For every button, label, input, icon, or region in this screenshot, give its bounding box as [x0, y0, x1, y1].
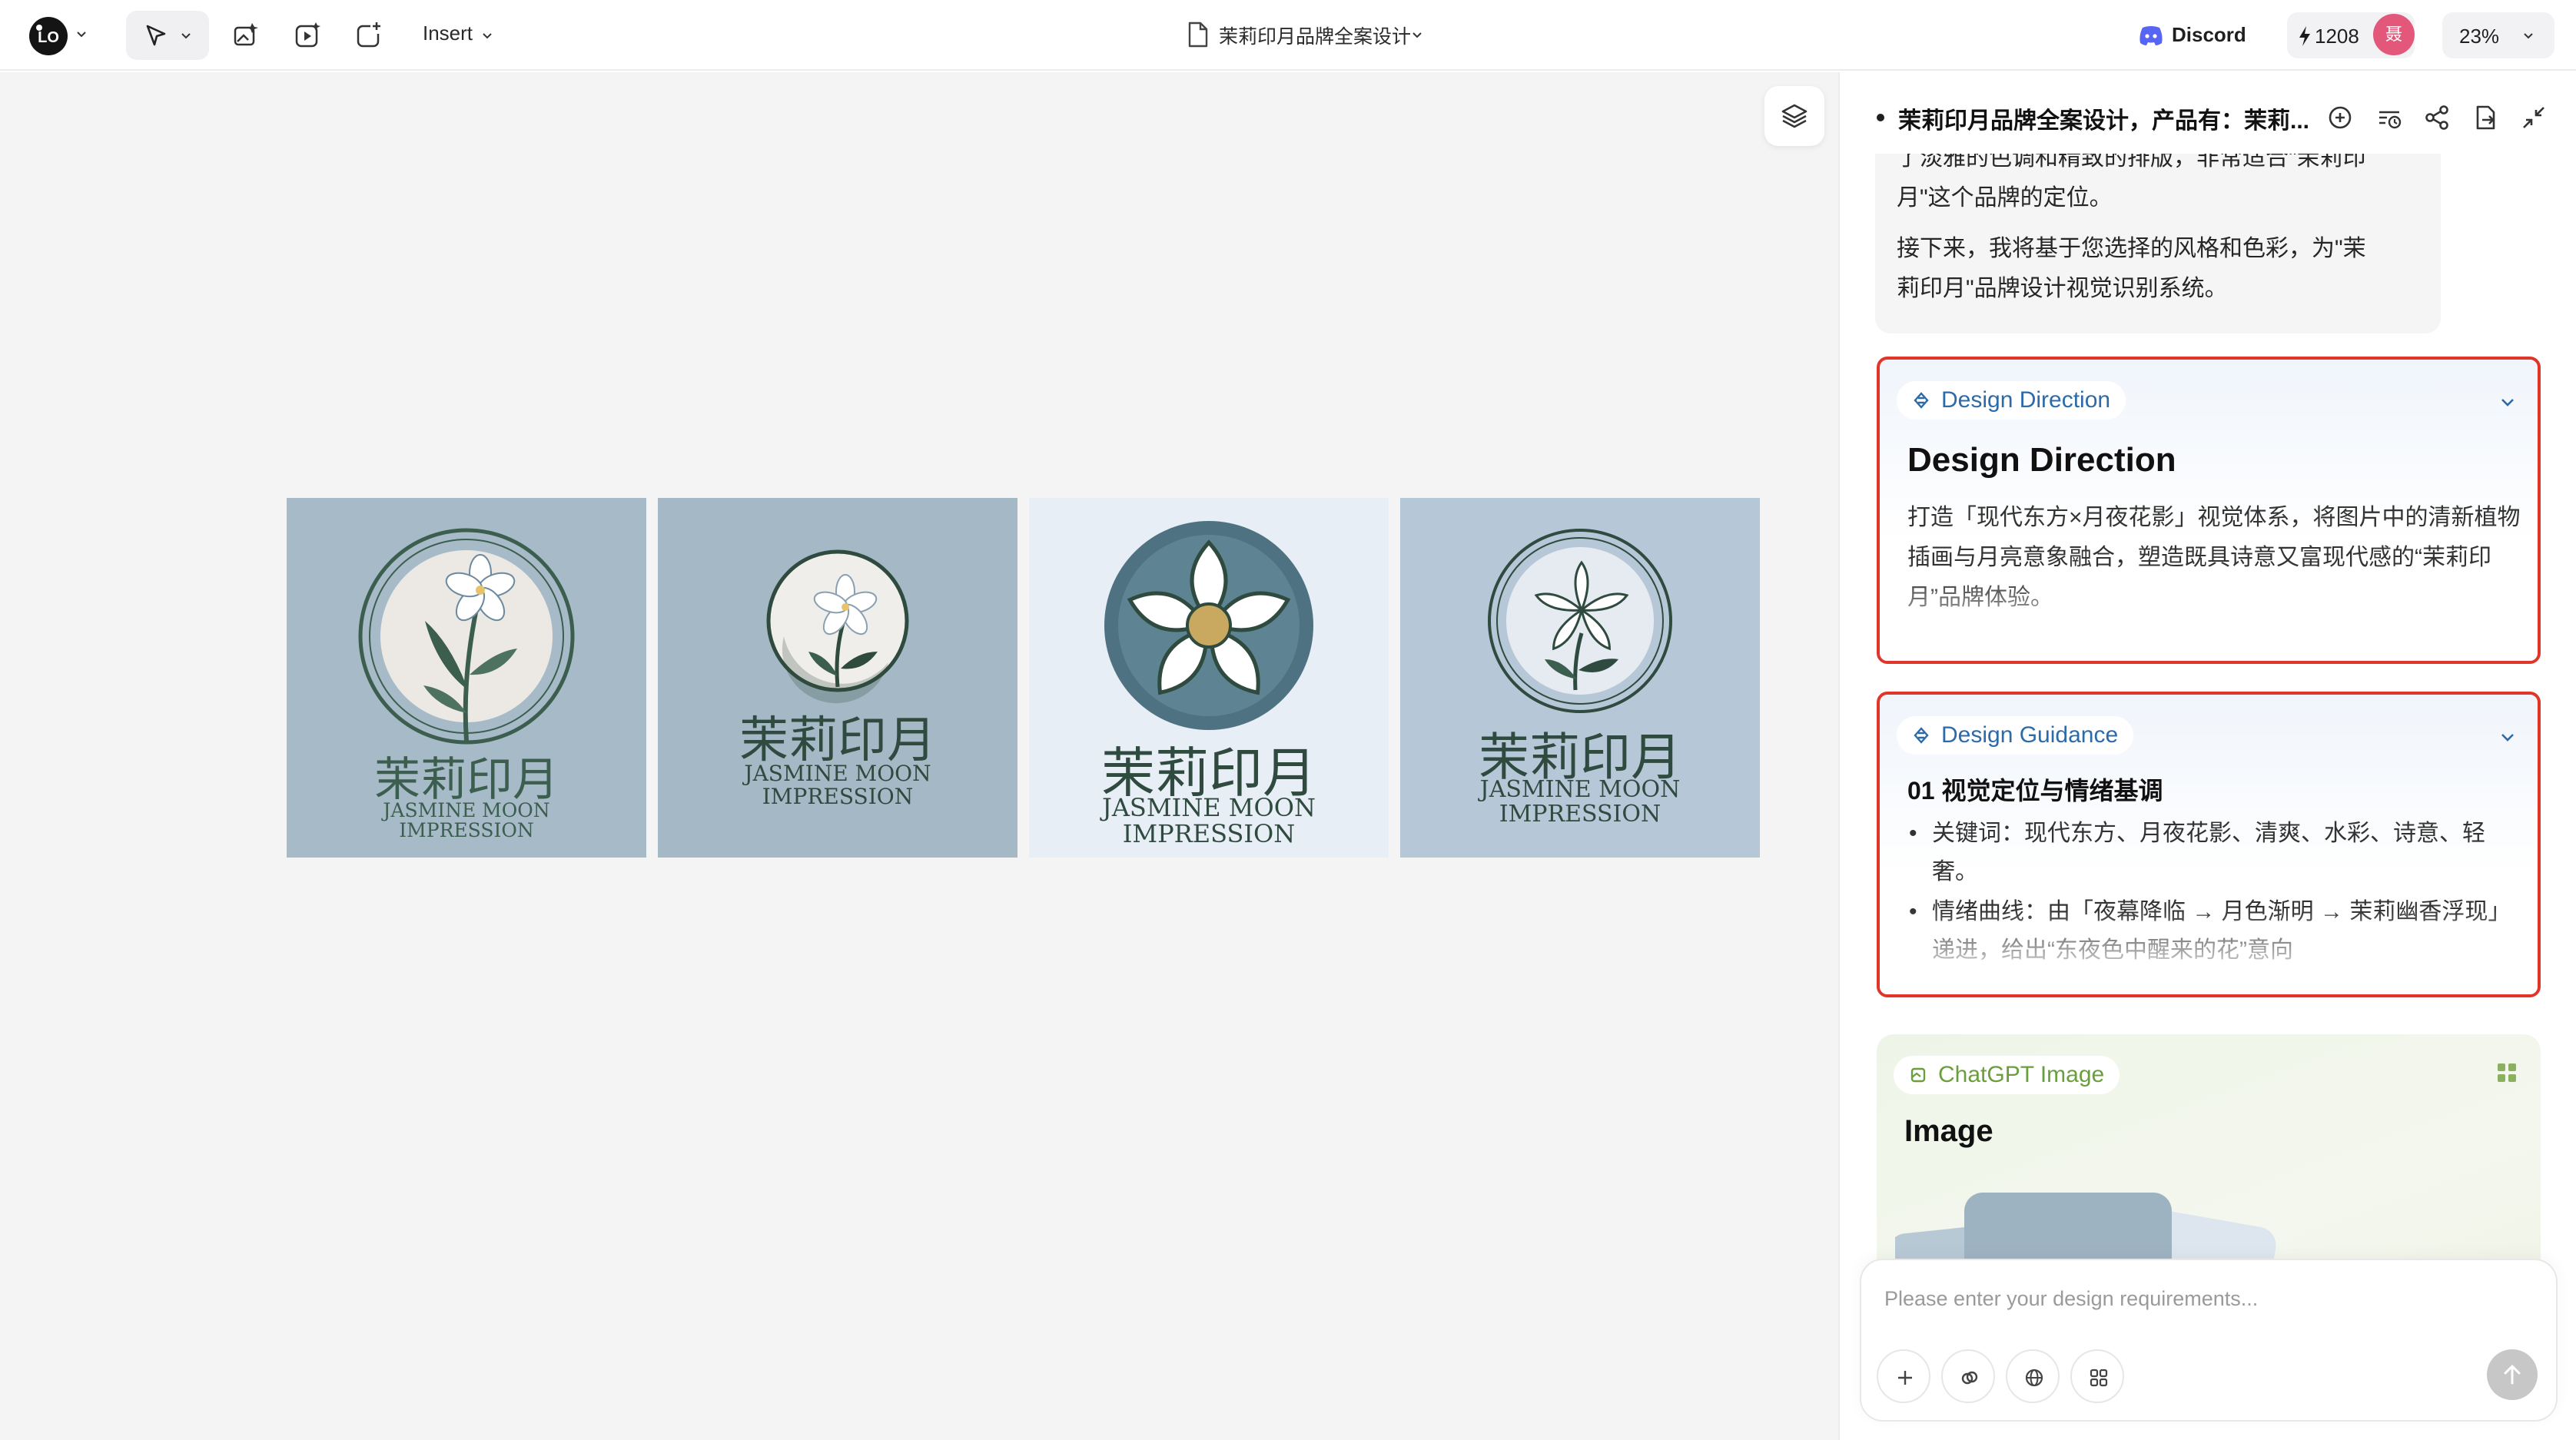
chevron-down-icon [2524, 33, 2533, 39]
card-subheading: 01 视觉定位与情绪基调 [1907, 777, 2163, 805]
link-icon [1961, 1371, 1978, 1385]
layers-button[interactable] [1764, 86, 1824, 146]
add-attachment-button[interactable] [1877, 1349, 1930, 1403]
logo-english-line-2: IMPRESSION [1499, 801, 1661, 828]
design-guidance-tag: Design Guidance [1897, 716, 2134, 755]
assistant-message: 了淡雅的色调和精致的排版，非常适合"茉莉印 月"这个品牌的定位。 接下来，我将基… [1875, 126, 2441, 333]
lightning-icon [2299, 26, 2310, 46]
design-requirements-input[interactable] [1884, 1283, 2530, 1314]
tag-label: Design Guidance [1941, 722, 2119, 748]
logo-image-2[interactable]: 茉莉印月 JASMINE MOON IMPRESSION [658, 498, 1017, 858]
share-icon[interactable] [2422, 103, 2452, 132]
document-icon [1188, 22, 1208, 48]
svg-text:LO: LO [38, 29, 59, 46]
message-line: 月"这个品牌的定位。 [1897, 185, 2113, 211]
message-line: 莉印月"品牌设计视觉识别系统。 [1897, 276, 2228, 301]
layers-icon [1781, 104, 1808, 128]
status-dot [1877, 114, 1884, 121]
cursor-icon [146, 25, 166, 46]
tag-label: ChatGPT Image [1938, 1062, 2105, 1087]
chevron-down-icon[interactable] [2499, 728, 2516, 745]
chevron-down-icon[interactable] [75, 28, 88, 40]
top-bar: LO Insert 茉莉印月品牌全案设计 Discord 1208 聂 23% [0, 0, 2576, 71]
web-search-button[interactable] [2006, 1349, 2060, 1403]
logo-english-line-2: IMPRESSION [399, 819, 534, 841]
app-logo[interactable]: LO [29, 17, 68, 55]
zoom-level: 23% [2459, 25, 2500, 48]
chevron-down-icon [181, 33, 191, 39]
panel-header: 茉莉印月品牌全案设计，产品有：茉莉... [1840, 72, 2576, 154]
select-tool-button[interactable] [126, 11, 209, 60]
send-button[interactable] [2487, 1349, 2538, 1400]
export-icon[interactable] [2470, 103, 2499, 132]
link-button[interactable] [1941, 1349, 1995, 1403]
message-line: 接下来，我将基于您选择的风格和色彩，为"茉 [1897, 236, 2366, 261]
panel-title: 茉莉印月品牌全案设计，产品有：茉莉... [1898, 108, 2310, 134]
tools-button[interactable] [2070, 1349, 2124, 1403]
logo-english-line-2: IMPRESSION [1122, 819, 1296, 848]
globe-icon [2025, 1369, 2043, 1387]
design-tag-icon [1914, 727, 1929, 744]
logo-english-line-1: JASMINE MOON [1479, 776, 1681, 803]
design-direction-tag: Design Direction [1897, 381, 2126, 420]
card-heading: Design Direction [1907, 441, 2176, 479]
chat-panel: 茉莉印月品牌全案设计，产品有：茉莉... 了淡雅的色调和精致的排版，非常适合"茉… [1838, 72, 2576, 1440]
add-frame-icon[interactable] [354, 20, 384, 51]
logo-image-3[interactable]: 茉莉印月 JASMINE MOON IMPRESSION [1029, 498, 1389, 858]
design-canvas[interactable]: 茉莉印月 JASMINE MOON IMPRESSION 茉莉印月 JASMIN… [0, 72, 1838, 1440]
design-tag-icon [1914, 392, 1929, 409]
chevron-down-icon[interactable] [2499, 393, 2516, 410]
history-icon[interactable] [2375, 103, 2404, 132]
apps-icon [2090, 1369, 2108, 1387]
video-icon[interactable] [292, 20, 323, 51]
fade-overlay [1880, 576, 2538, 661]
discord-icon [2139, 26, 2163, 45]
logo-english-line-1: JASMINE MOON [383, 799, 550, 821]
discord-label: Discord [2172, 23, 2246, 46]
card-heading: Image [1904, 1114, 1993, 1148]
logo-image-1[interactable]: 茉莉印月 JASMINE MOON IMPRESSION [287, 498, 646, 858]
image-tag-icon [1910, 1067, 1926, 1083]
chevron-down-icon[interactable] [481, 29, 493, 41]
credits-count: 1208 [2315, 25, 2359, 48]
chevron-down-icon [1412, 32, 1422, 38]
fade-overlay [1880, 910, 2538, 994]
design-direction-card[interactable]: Design Direction Design Direction 打造「现代东… [1877, 357, 2541, 664]
new-chat-icon[interactable] [2325, 103, 2355, 132]
message-composer [1860, 1259, 2558, 1422]
chatgpt-image-tag: ChatGPT Image [1894, 1056, 2120, 1094]
user-avatar[interactable]: 聂 [2373, 14, 2415, 55]
document-title: 茉莉印月品牌全案设计 [1219, 26, 1412, 48]
collapse-icon[interactable] [2519, 103, 2548, 132]
logo-english-line-2: IMPRESSION [762, 784, 914, 809]
tag-label: Design Direction [1941, 387, 2111, 413]
logo-image-4[interactable]: 茉莉印月 JASMINE MOON IMPRESSION [1400, 498, 1760, 858]
design-guidance-card[interactable]: Design Guidance 01 视觉定位与情绪基调 关键词：现代东方、月夜… [1877, 692, 2541, 997]
logo-english-line-1: JASMINE MOON [744, 761, 931, 786]
arrow-up-icon [2504, 1365, 2521, 1385]
insert-menu-button[interactable]: Insert [423, 22, 473, 45]
logo-english-line-1: JASMINE MOON [1101, 793, 1316, 822]
list-item: 关键词：现代东方、月夜花影、清爽、水彩、诗意、轻奢。 [1907, 815, 2515, 891]
zoom-control[interactable]: 23% [2442, 12, 2554, 58]
image-edit-icon[interactable] [231, 20, 261, 51]
plus-icon [1898, 1371, 1912, 1385]
grid-icon[interactable] [2496, 1062, 2518, 1083]
